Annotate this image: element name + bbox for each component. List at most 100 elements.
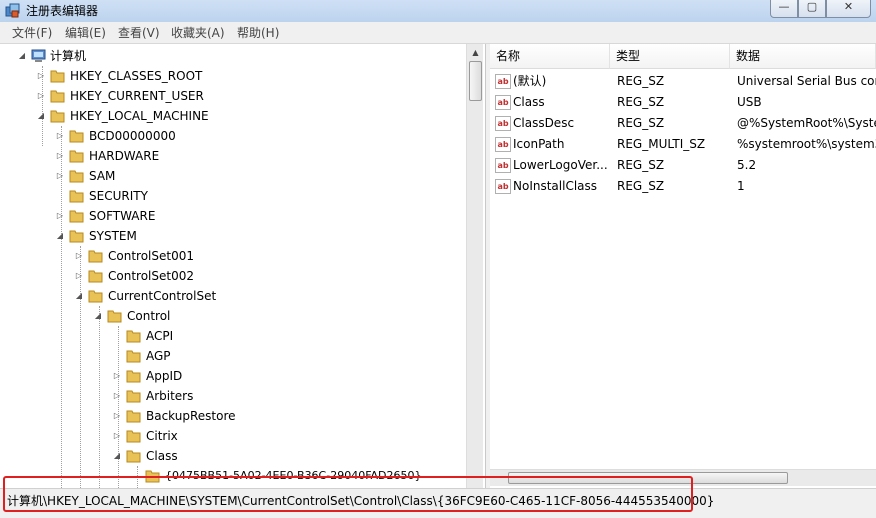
expand-icon[interactable]: ▷	[36, 66, 46, 86]
tree-label: SAM	[89, 169, 116, 183]
close-button[interactable]: ✕	[826, 0, 871, 18]
folder-open-icon	[50, 110, 65, 123]
tree-label: HKEY_CLASSES_ROOT	[70, 69, 203, 83]
value-name: NoInstallClass	[513, 179, 598, 193]
folder-open-icon	[88, 290, 103, 303]
collapse-icon[interactable]: ◢	[36, 106, 46, 126]
tree-node-hardware[interactable]: ▷ HARDWARE	[0, 146, 460, 166]
collapse-icon[interactable]: ◢	[93, 306, 103, 326]
tree-node-system[interactable]: ◢ SYSTEM	[0, 226, 460, 246]
expand-icon[interactable]: ▷	[112, 406, 122, 426]
value-data: 5.2	[737, 158, 757, 172]
tree-node-computer[interactable]: ◢ 计算机	[0, 46, 460, 66]
values-pane: 名称 类型 数据 ab (默认) REG_SZ Universal Serial…	[490, 44, 876, 488]
tree-label: CurrentControlSet	[108, 289, 217, 303]
tree-node-class[interactable]: ◢ Class	[0, 446, 460, 466]
collapse-icon[interactable]: ◢	[74, 286, 84, 306]
title-bar: 注册表编辑器 — ▢ ✕	[0, 0, 876, 22]
tree-node-sam[interactable]: ▷ SAM	[0, 166, 460, 186]
collapse-icon[interactable]: ◢	[17, 46, 27, 66]
tree-label: SYSTEM	[89, 229, 137, 243]
value-type: REG_SZ	[617, 158, 665, 172]
tree-node-control[interactable]: ◢ Control	[0, 306, 460, 326]
value-row[interactable]: ab IconPath REG_MULTI_SZ %systemroot%\sy…	[490, 134, 876, 155]
value-name: LowerLogoVer...	[513, 158, 608, 172]
scroll-up-icon[interactable]: ▲	[467, 44, 484, 61]
folder-icon	[50, 70, 65, 83]
maximize-button[interactable]: ▢	[798, 0, 826, 18]
tree-node-controlset002[interactable]: ▷ ControlSet002	[0, 266, 460, 286]
tree-node-hklm[interactable]: ◢ HKEY_LOCAL_MACHINE	[0, 106, 460, 126]
expand-icon[interactable]: ▷	[55, 146, 65, 166]
expand-icon[interactable]: ▷	[55, 206, 65, 226]
string-value-icon: ab	[495, 179, 511, 194]
folder-icon	[88, 270, 103, 283]
scroll-thumb[interactable]	[469, 61, 482, 101]
tree-vertical-scrollbar[interactable]: ▲	[466, 44, 483, 488]
value-row[interactable]: ab NoInstallClass REG_SZ 1	[490, 176, 876, 197]
folder-icon	[126, 370, 141, 383]
window-title: 注册表编辑器	[26, 4, 99, 18]
folder-icon	[69, 170, 84, 183]
value-data: @%SystemRoot%\Syste	[737, 116, 876, 130]
string-value-icon: ab	[495, 74, 511, 89]
tree-label: SOFTWARE	[89, 209, 156, 223]
string-value-icon: ab	[495, 137, 511, 152]
tree-node-controlset001[interactable]: ▷ ControlSet001	[0, 246, 460, 266]
value-data: 1	[737, 179, 745, 193]
expand-icon[interactable]: ▷	[112, 426, 122, 446]
tree-node-currentcontrolset[interactable]: ◢ CurrentControlSet	[0, 286, 460, 306]
folder-icon	[69, 190, 84, 203]
folder-icon	[126, 350, 141, 363]
column-header-data[interactable]: 数据	[730, 44, 876, 69]
value-name: Class	[513, 95, 545, 109]
value-row[interactable]: ab LowerLogoVer... REG_SZ 5.2	[490, 155, 876, 176]
menu-edit[interactable]: 编辑(E)	[65, 25, 106, 41]
expand-icon[interactable]: ▷	[74, 246, 84, 266]
menu-file[interactable]: 文件(F)	[12, 25, 52, 41]
collapse-icon[interactable]: ◢	[112, 446, 122, 466]
string-value-icon: ab	[495, 116, 511, 131]
value-type: REG_SZ	[617, 179, 665, 193]
expand-icon[interactable]: ▷	[112, 366, 122, 386]
close-icon: ✕	[843, 0, 854, 13]
expand-icon[interactable]: ▷	[55, 126, 65, 146]
tree-label: Citrix	[146, 429, 178, 443]
tree-node-backuprestore[interactable]: ▷ BackupRestore	[0, 406, 460, 426]
menu-view[interactable]: 查看(V)	[118, 25, 160, 41]
tree-node-acpi[interactable]: ACPI	[0, 326, 460, 346]
expand-icon[interactable]: ▷	[36, 86, 46, 106]
tree-node-arbiters[interactable]: ▷ Arbiters	[0, 386, 460, 406]
value-type: REG_SZ	[617, 116, 665, 130]
folder-open-icon	[107, 310, 122, 323]
menu-favorites[interactable]: 收藏夹(A)	[171, 25, 225, 41]
tree-node-security[interactable]: SECURITY	[0, 186, 460, 206]
expand-icon[interactable]: ▷	[112, 386, 122, 406]
tree-node-hkcu[interactable]: ▷ HKEY_CURRENT_USER	[0, 86, 460, 106]
value-row[interactable]: ab (默认) REG_SZ Universal Serial Bus cor	[490, 71, 876, 92]
value-name: ClassDesc	[513, 116, 575, 130]
string-value-icon: ab	[495, 158, 511, 173]
tree-node-software[interactable]: ▷ SOFTWARE	[0, 206, 460, 226]
regedit-app-icon	[5, 3, 20, 18]
expand-icon[interactable]: ▷	[55, 166, 65, 186]
value-row[interactable]: ab ClassDesc REG_SZ @%SystemRoot%\Syste	[490, 113, 876, 134]
column-header-type[interactable]: 类型	[610, 44, 730, 69]
column-header-name[interactable]: 名称	[490, 44, 610, 69]
tree-node-agp[interactable]: AGP	[0, 346, 460, 366]
tree-node-appid[interactable]: ▷ AppID	[0, 366, 460, 386]
tree-label: HKEY_CURRENT_USER	[70, 89, 204, 103]
collapse-icon[interactable]: ◢	[55, 226, 65, 246]
tree-label: AGP	[146, 349, 171, 363]
tree-node-hkcr[interactable]: ▷ HKEY_CLASSES_ROOT	[0, 66, 460, 86]
expand-icon[interactable]: ▷	[74, 266, 84, 286]
value-row[interactable]: ab Class REG_SZ USB	[490, 92, 876, 113]
tree-label: Control	[127, 309, 171, 323]
minimize-button[interactable]: —	[770, 0, 798, 18]
tree-node-citrix[interactable]: ▷ Citrix	[0, 426, 460, 446]
tree-label: BCD00000000	[89, 129, 176, 143]
menu-help[interactable]: 帮助(H)	[237, 25, 279, 41]
folder-open-icon	[126, 450, 141, 463]
string-value-icon: ab	[495, 95, 511, 110]
tree-node-bcd[interactable]: ▷ BCD00000000	[0, 126, 460, 146]
